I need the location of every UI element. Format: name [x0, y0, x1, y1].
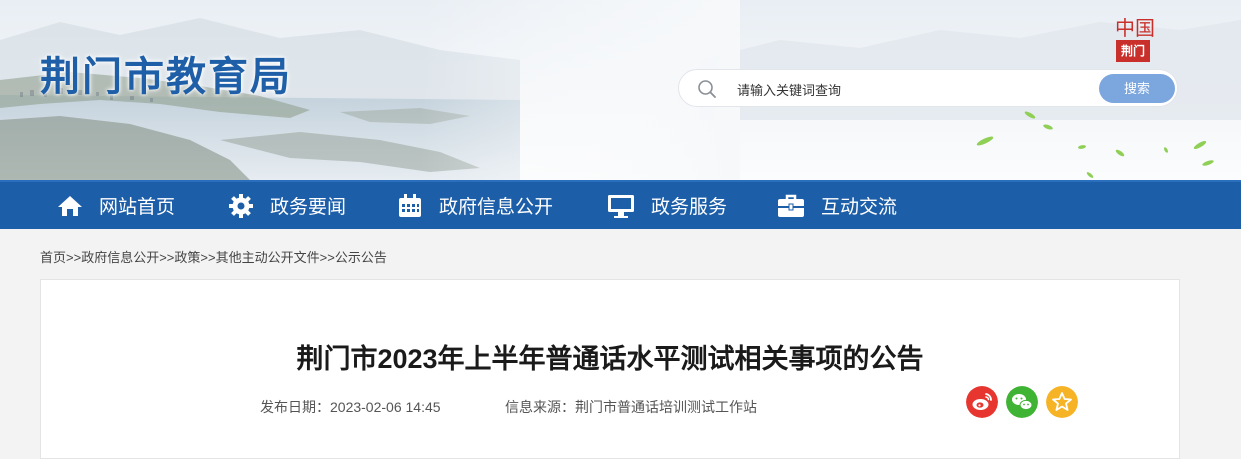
search-button[interactable]: 搜索 — [1099, 74, 1175, 103]
nav-label: 政务服务 — [651, 197, 728, 218]
nav-item-news[interactable]: 政务要闻 — [228, 182, 346, 229]
search-bar: 搜索 — [678, 69, 1178, 107]
publish-date-label: 发布日期： — [260, 399, 330, 415]
home-icon — [58, 195, 82, 216]
nav-item-interaction[interactable]: 互动交流 — [777, 182, 897, 229]
breadcrumb-separator: >> — [159, 250, 175, 265]
info-source-value: 荆门市普通话培训测试工作站 — [575, 399, 757, 415]
search-input[interactable] — [735, 78, 1079, 102]
leaves-decoration — [976, 111, 1214, 178]
header-banner: 荆门市教育局 搜索 中国 荆门 — [0, 0, 1241, 180]
breadcrumb-separator: >> — [66, 250, 82, 265]
search-icon[interactable] — [697, 79, 717, 99]
publish-date-value: 2023-02-06 14:45 — [330, 399, 441, 415]
china-jingmen-logo: 中国 荆门 — [1112, 12, 1156, 66]
article-title: 荆门市2023年上半年普通话水平测试相关事项的公告 — [296, 344, 924, 374]
publish-date: 发布日期：2023-02-06 14:45 — [260, 397, 441, 417]
gear-icon — [229, 193, 253, 218]
breadcrumb: 首页>>政府信息公开>>政策>>其他主动公开文件>>公示公告 — [40, 247, 387, 266]
briefcase-icon — [778, 194, 804, 217]
logo-seal-text: 荆门 — [1116, 40, 1150, 62]
logo-top-text: 中国 — [1115, 16, 1155, 40]
breadcrumb-link[interactable]: 政策 — [174, 250, 200, 265]
monitor-icon — [608, 194, 634, 218]
calendar-icon — [399, 193, 421, 217]
nav-label: 网站首页 — [99, 197, 176, 218]
site-title: 荆门市教育局 — [40, 54, 292, 100]
breadcrumb-link[interactable]: 其他主动公开文件 — [216, 250, 320, 265]
info-source-label: 信息来源： — [505, 399, 575, 415]
nav-item-gov-info[interactable]: 政府信息公开 — [397, 182, 553, 229]
breadcrumb-separator: >> — [319, 250, 335, 265]
article-panel: 荆门市2023年上半年普通话水平测试相关事项的公告 发布日期：2023-02-0… — [40, 279, 1180, 459]
weibo-icon[interactable] — [966, 386, 998, 418]
nav-item-home[interactable]: 网站首页 — [57, 182, 175, 229]
info-source: 信息来源：荆门市普通话培训测试工作站 — [505, 397, 757, 417]
star-icon[interactable] — [1046, 386, 1078, 418]
nav-label: 政务要闻 — [270, 197, 347, 218]
nav-item-services[interactable]: 政务服务 — [607, 182, 727, 229]
wechat-icon[interactable] — [1006, 386, 1038, 418]
breadcrumb-link[interactable]: 首页 — [40, 250, 66, 265]
breadcrumb-link[interactable]: 政府信息公开 — [81, 250, 159, 265]
breadcrumb-separator: >> — [200, 250, 216, 265]
nav-label: 互动交流 — [821, 197, 898, 218]
main-nav: 网站首页 政务要闻 政府信息公开 政务服务 互动交流 — [0, 180, 1241, 229]
breadcrumb-link[interactable]: 公示公告 — [335, 250, 387, 265]
nav-label: 政府信息公开 — [439, 197, 554, 218]
